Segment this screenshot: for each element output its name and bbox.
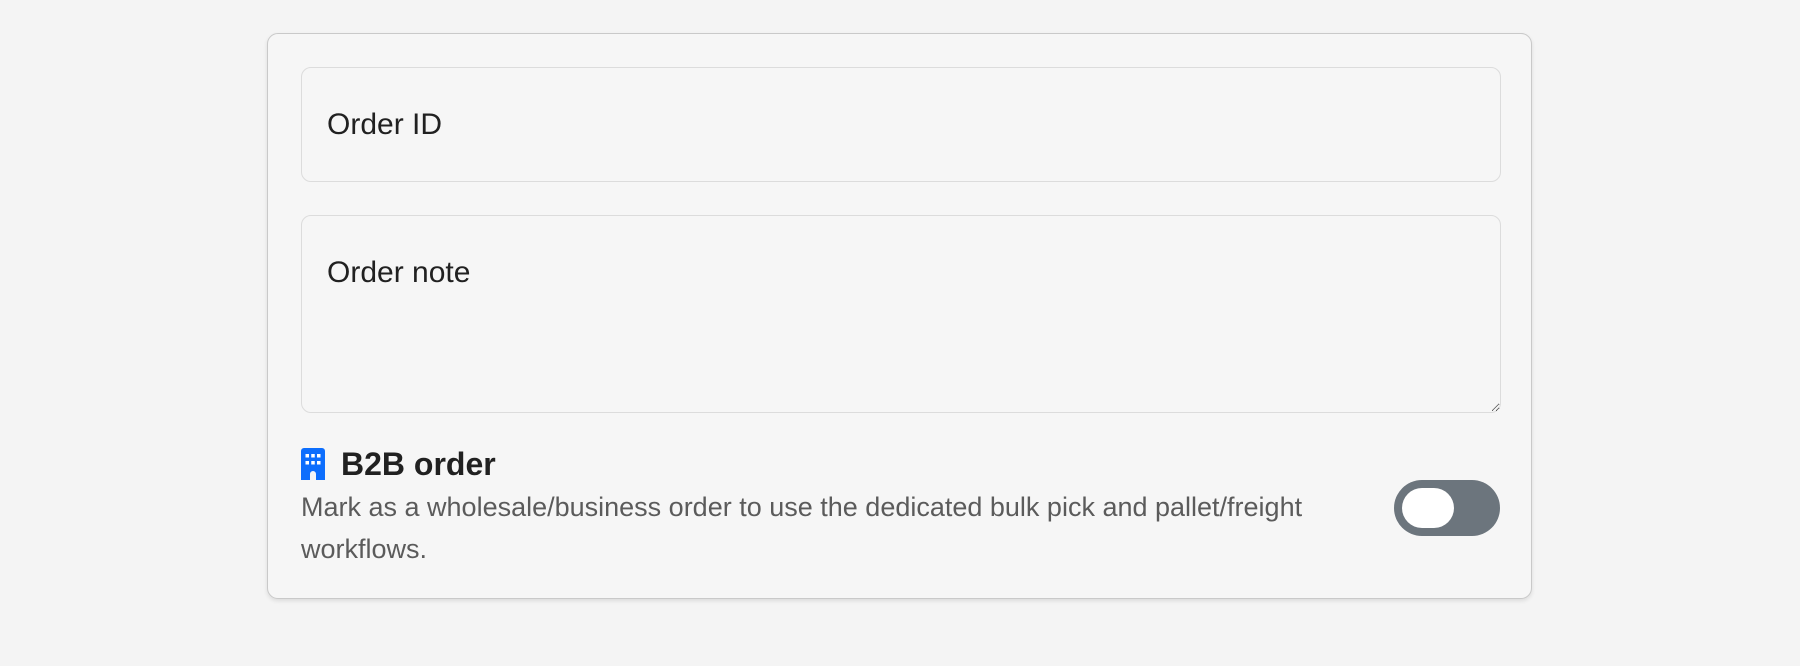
b2b-order-title: B2B order <box>341 446 496 482</box>
b2b-order-header: B2B order <box>301 446 496 482</box>
building-icon <box>301 448 325 480</box>
b2b-order-description: Mark as a wholesale/business order to us… <box>301 492 1303 564</box>
order-form-card: B2B order Mark as a wholesale/business o… <box>267 33 1532 599</box>
b2b-order-toggle[interactable] <box>1394 480 1500 536</box>
order-note-textarea[interactable] <box>301 215 1501 413</box>
order-id-input[interactable] <box>301 67 1501 182</box>
toggle-knob <box>1402 488 1454 528</box>
